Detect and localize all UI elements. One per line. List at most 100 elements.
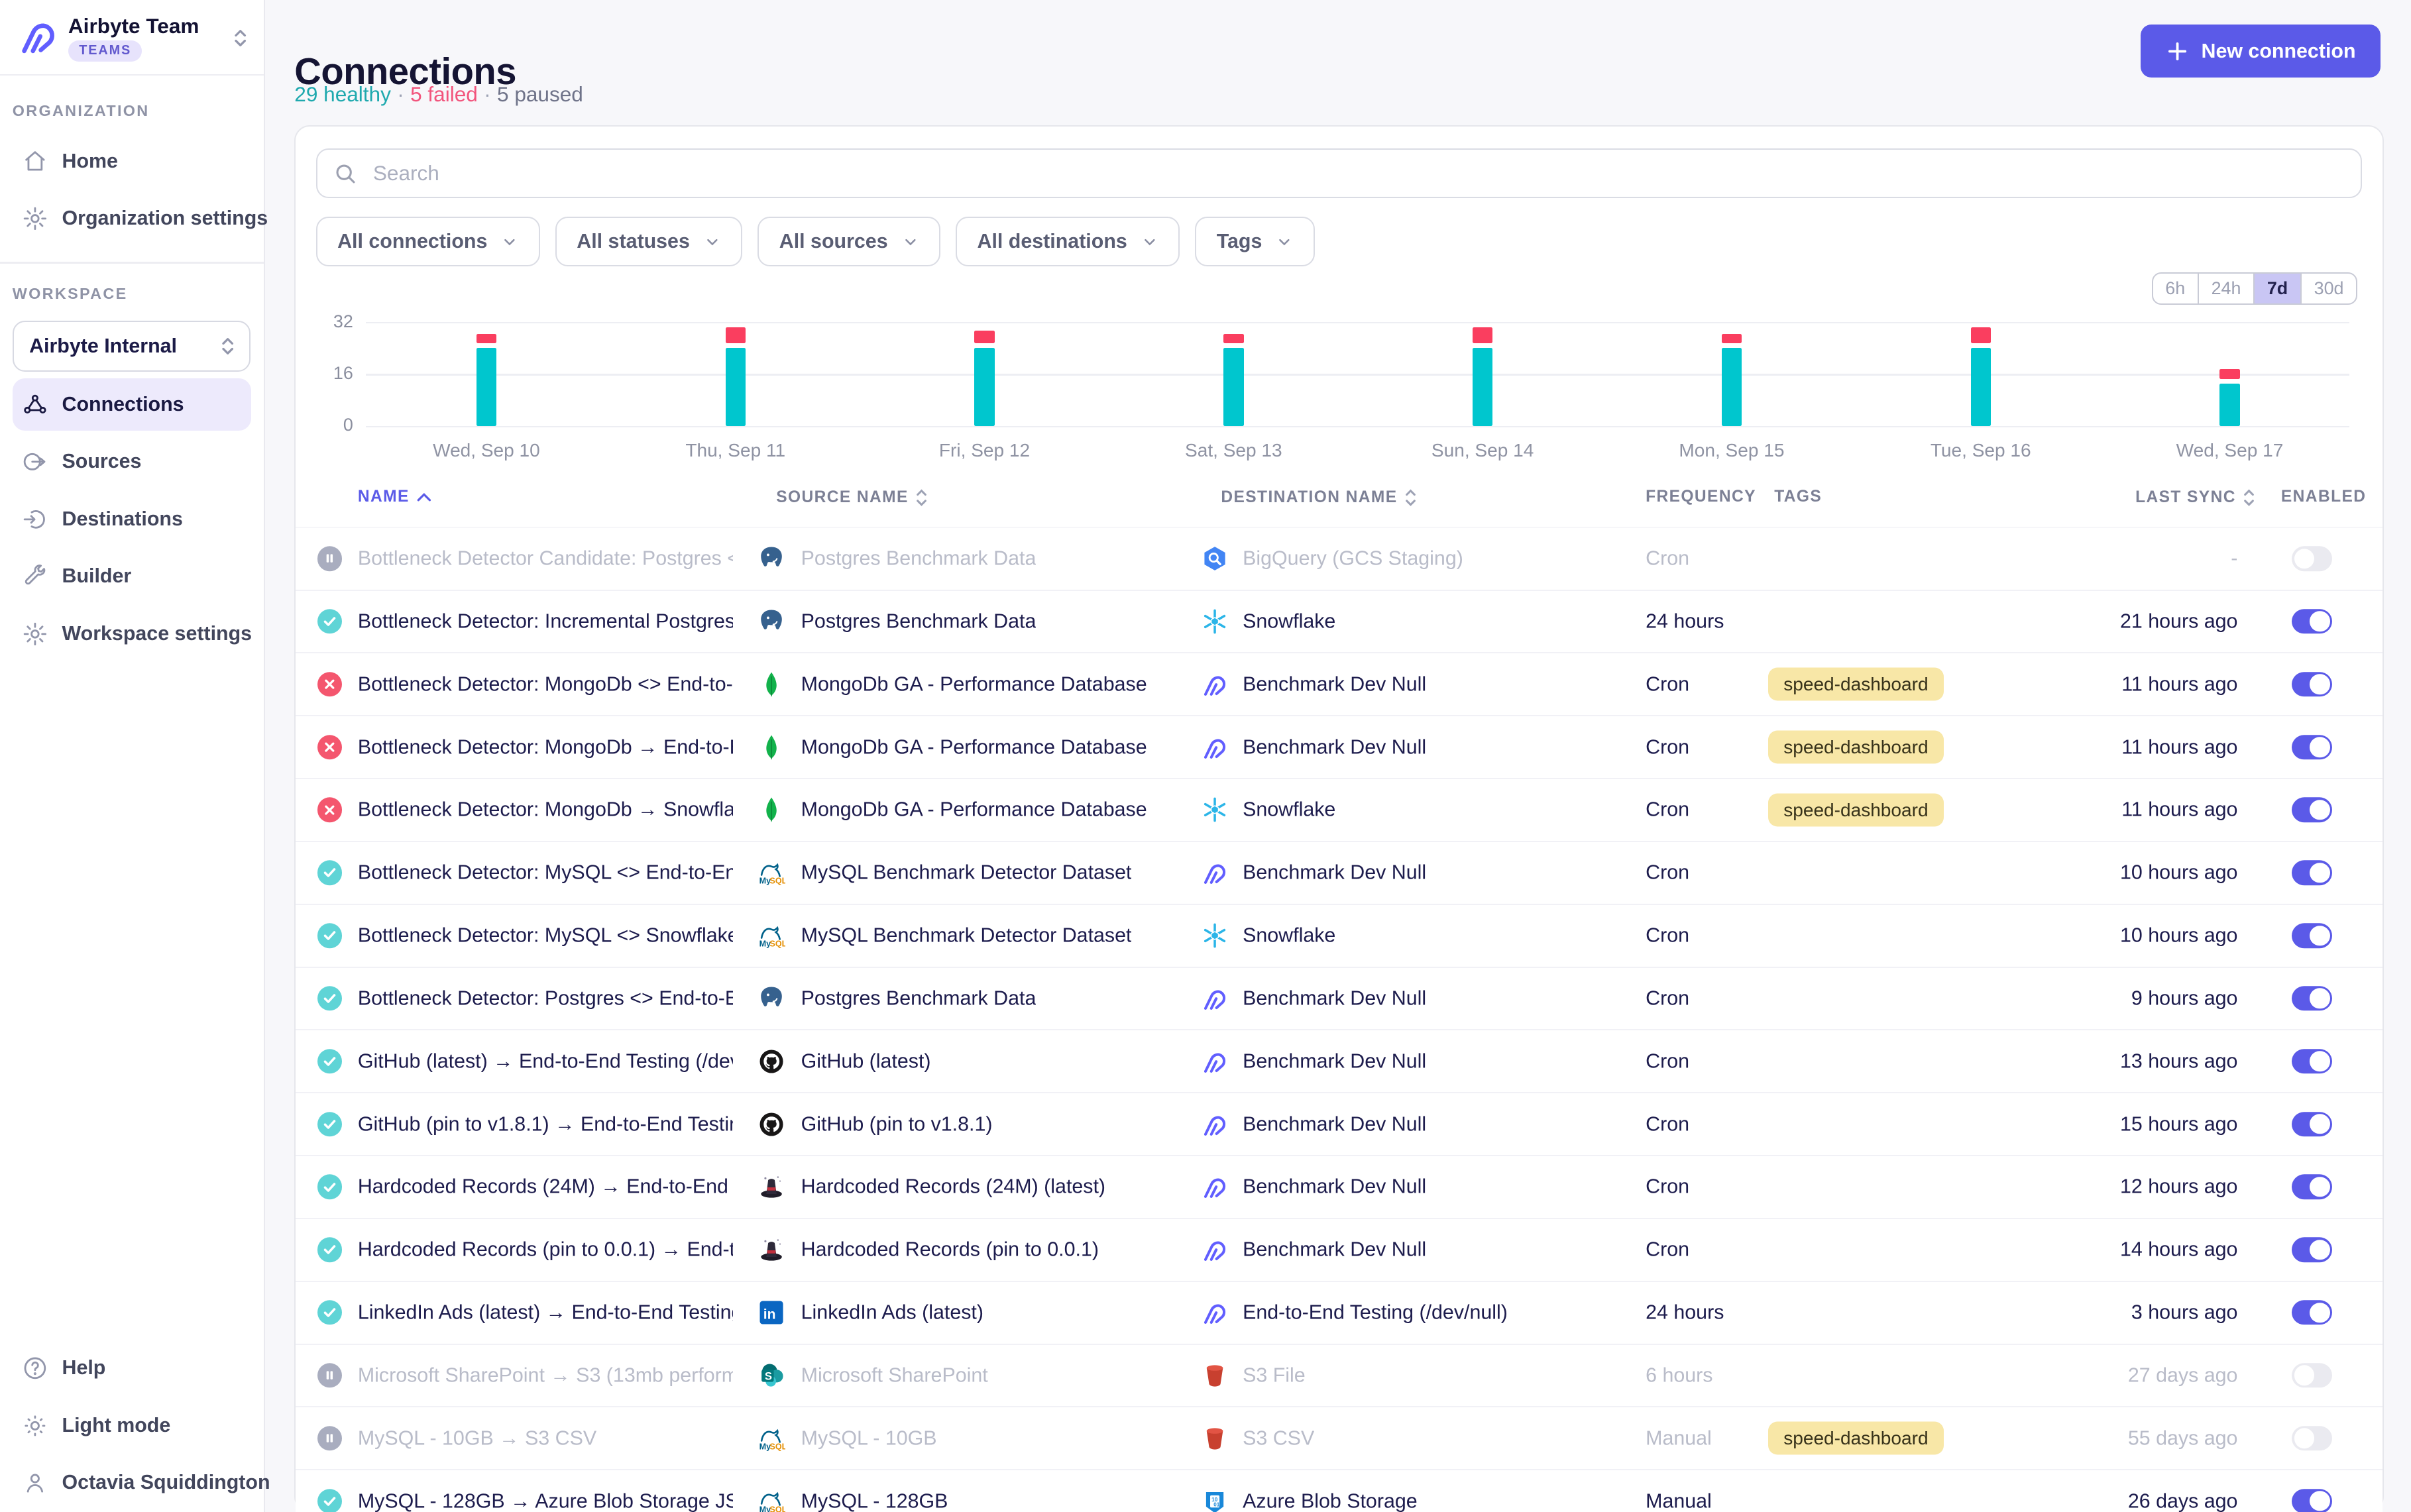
sidebar-item-builder[interactable]: Builder [13,550,251,603]
column-header-last-sync[interactable]: LAST SYNC [2135,488,2256,508]
enabled-toggle[interactable] [2292,923,2332,947]
connection-row[interactable]: Bottleneck Detector: MongoDb <> End-to-E… [296,653,2382,716]
source-name: MongoDb GA - Performance Database [801,735,1147,759]
enabled-toggle[interactable] [2292,735,2332,759]
source-name: Hardcoded Records (24M) (latest) [801,1175,1105,1199]
connection-row[interactable]: MySQL - 10GB → S3 CSVMySQLMySQL - 10GBS3… [296,1407,2382,1470]
connection-name: LinkedIn Ads (latest) → End-to-End Testi… [358,1301,733,1324]
source-name: GitHub (latest) [801,1050,931,1073]
enabled-toggle[interactable] [2292,1489,2332,1512]
connection-row[interactable]: Bottleneck Detector: MongoDb → End-to-En… [296,716,2382,779]
source-name: Postgres Benchmark Data [801,610,1037,633]
connection-row[interactable]: Bottleneck Detector Candidate: Postgres … [296,527,2382,591]
column-label: DESTINATION NAME [1221,488,1397,507]
connection-row[interactable]: Microsoft SharePoint → S3 (13mb performa… [296,1345,2382,1408]
connection-name: Bottleneck Detector: MySQL <> Snowflake [358,924,733,947]
enabled-toggle[interactable] [2292,1363,2332,1387]
team-switcher[interactable]: Airbyte Team TEAMS [0,0,264,76]
time-range-option-7d[interactable]: 7d [2253,274,2300,303]
sidebar-item-organization-settings[interactable]: Organization settings [13,192,251,245]
filter-dropdown-tags[interactable]: Tags [1195,217,1314,266]
last-sync: 3 hours ago [2005,1301,2238,1324]
connection-row[interactable]: Hardcoded Records (pin to 0.0.1) → End-t… [296,1219,2382,1282]
enabled-toggle[interactable] [2292,1426,2332,1450]
status-summary: 29 healthy·5 failed·5 paused [294,82,583,107]
connection-row[interactable]: LinkedIn Ads (latest) → End-to-End Testi… [296,1282,2382,1345]
last-sync: 11 hours ago [2005,673,2238,696]
time-range-option-30d[interactable]: 30d [2300,274,2356,303]
enabled-toggle[interactable] [2292,861,2332,885]
filter-dropdown-all-connections[interactable]: All connections [316,217,540,266]
column-header-tags: TAGS [1774,488,1822,506]
status-healthy-icon [317,609,342,633]
enabled-toggle[interactable] [2292,986,2332,1010]
sidebar-item-octavia-squiddington[interactable]: Octavia Squiddington [13,1456,251,1509]
connection-row[interactable]: Bottleneck Detector: MySQL <> End-to-End… [296,842,2382,905]
frequency: 24 hours [1646,610,1724,633]
filter-bar: All connections All statuses All sources Al… [316,217,1315,266]
connections-icon [22,391,48,417]
enabled-toggle[interactable] [2292,609,2332,633]
sidebar-item-workspace-settings[interactable]: Workspace settings [13,608,251,661]
destination-name: Snowflake [1243,798,1335,822]
status-failed-icon [317,735,342,759]
enabled-toggle[interactable] [2292,546,2332,570]
connection-row[interactable]: Bottleneck Detector: Postgres <> End-to-… [296,968,2382,1031]
connection-row[interactable]: Bottleneck Detector: MySQL <> SnowflakeM… [296,905,2382,968]
workspace-selector[interactable]: Airbyte Internal [13,321,251,371]
mongodb-icon [757,671,785,698]
y-axis-tick: 32 [316,311,353,332]
chevron-down-icon [1141,233,1158,250]
enabled-toggle[interactable] [2292,1175,2332,1199]
enabled-toggle[interactable] [2292,1238,2332,1262]
sidebar-item-light-mode[interactable]: Light mode [13,1399,251,1452]
x-axis-tick: Sun, Sep 14 [1431,440,1534,461]
sidebar-item-sources[interactable]: Sources [13,435,251,488]
gridline [366,426,2349,427]
postgres-icon [757,985,785,1012]
sidebar-item-destinations[interactable]: Destinations [13,493,251,546]
enabled-toggle[interactable] [2292,1112,2332,1136]
last-sync: 11 hours ago [2005,798,2238,822]
column-header-source-name[interactable]: SOURCE NAME [776,488,928,508]
frequency: Cron [1646,1175,1689,1199]
source-name: MySQL - 10GB [801,1427,937,1450]
enabled-toggle[interactable] [2292,1049,2332,1073]
filter-dropdown-all-destinations[interactable]: All destinations [956,217,1180,266]
time-range-option-6h[interactable]: 6h [2153,274,2198,303]
connection-row[interactable]: Bottleneck Detector: MongoDb → Snowflake… [296,779,2382,842]
new-connection-button[interactable]: New connection [2141,25,2381,78]
airbyte-icon [1201,1173,1229,1201]
enabled-toggle[interactable] [2292,672,2332,696]
destination-name: Snowflake [1243,610,1335,633]
destination-icon [22,506,48,533]
enabled-toggle[interactable] [2292,1300,2332,1324]
status-healthy-icon [317,1489,342,1512]
healthy-count: 29 healthy [294,82,391,106]
column-header-destination-name[interactable]: DESTINATION NAME [1221,488,1417,508]
enabled-toggle[interactable] [2292,798,2332,822]
status-paused-icon [317,1426,342,1450]
connection-row[interactable]: MySQL - 128GB → Azure Blob Storage JSOn … [296,1470,2382,1512]
filter-dropdown-all-sources[interactable]: All sources [757,217,940,266]
svg-text:S: S [765,1370,772,1383]
mongodb-icon [757,796,785,824]
connection-row[interactable]: GitHub (pin to v1.8.1) → End-to-End Test… [296,1093,2382,1156]
snowflake-icon [1201,608,1229,635]
last-sync: 21 hours ago [2005,610,2238,633]
search-input[interactable] [316,148,2362,198]
sidebar-item-connections[interactable]: Connections [13,378,251,431]
status-healthy-icon [317,1112,342,1136]
column-header-name[interactable]: NAME [358,488,433,506]
source-name: GitHub (pin to v1.8.1) [801,1112,993,1136]
filter-dropdown-all-statuses[interactable]: All statuses [555,217,742,266]
time-range-option-24h[interactable]: 24h [2198,274,2253,303]
sidebar-divider [0,262,264,263]
source-name: MySQL - 128GB [801,1489,948,1512]
connection-row[interactable]: Bottleneck Detector: Incremental Postgre… [296,591,2382,654]
connection-row[interactable]: Hardcoded Records (24M) → End-to-End Te.… [296,1156,2382,1219]
sidebar-item-home[interactable]: Home [13,135,251,188]
sidebar-item-label: Light mode [62,1414,171,1437]
connection-row[interactable]: GitHub (latest) → End-to-End Testing (/d… [296,1030,2382,1093]
sidebar-item-help[interactable]: Help [13,1342,251,1395]
